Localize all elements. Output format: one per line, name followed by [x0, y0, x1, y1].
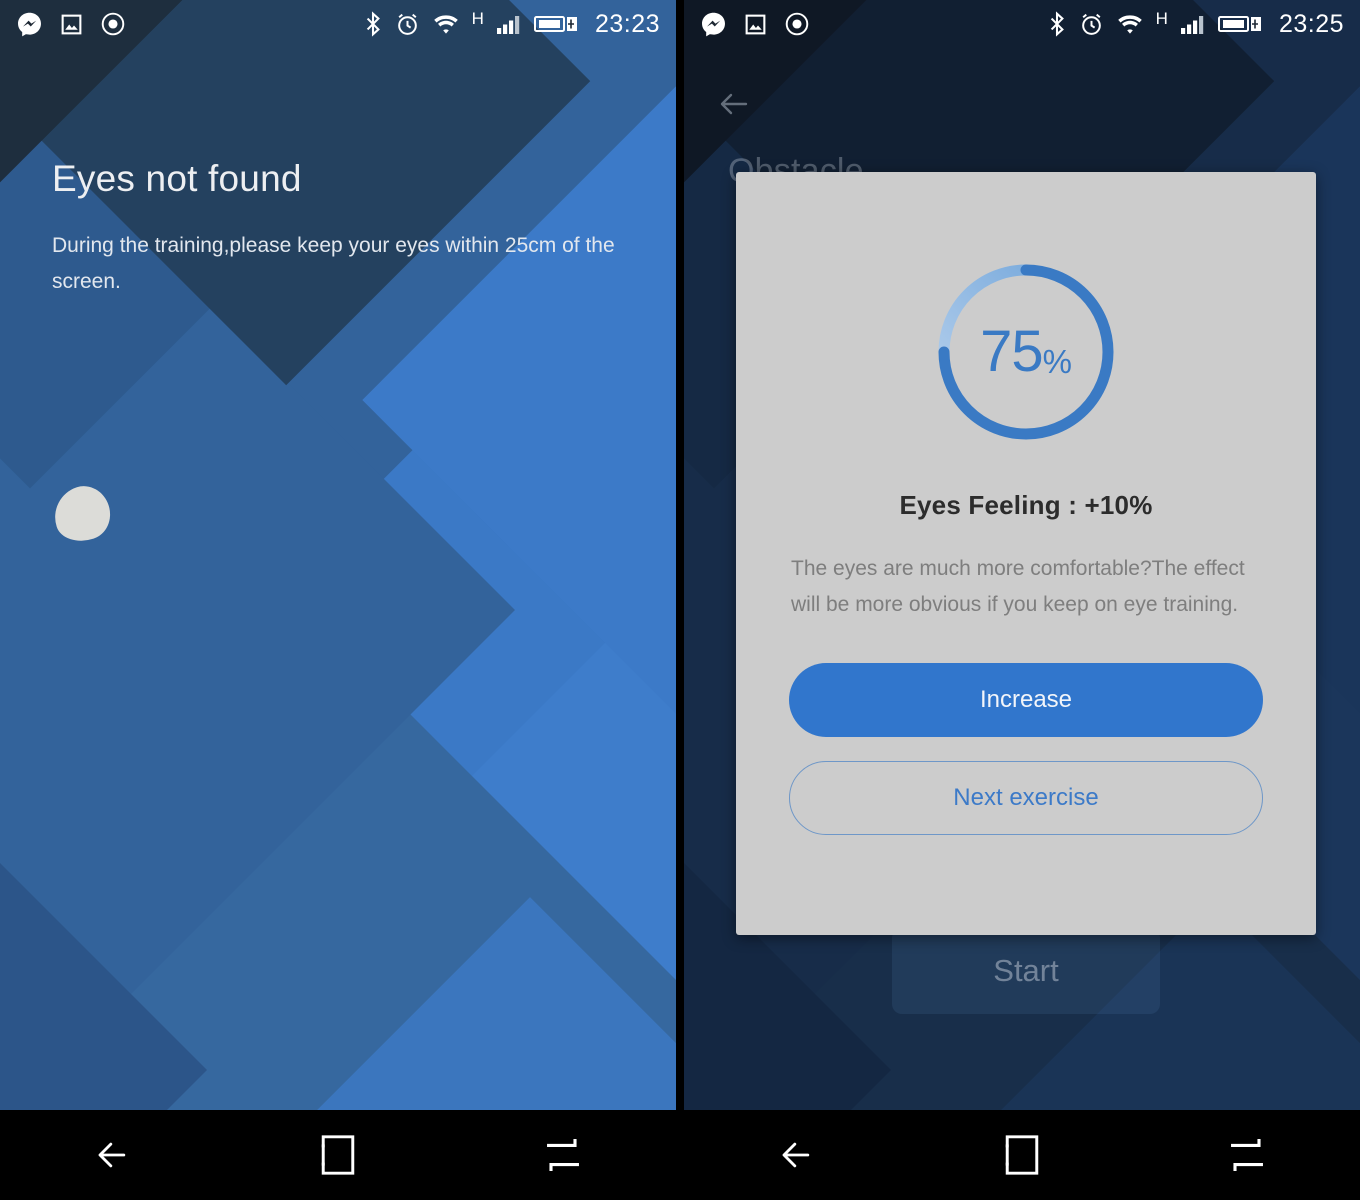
eye-blob-icon — [47, 479, 117, 549]
bluetooth-icon — [1046, 11, 1068, 37]
screenshot-root: H 23:23 Eyes not found During the traini… — [0, 0, 1360, 1200]
android-nav-bar-right — [684, 1110, 1360, 1200]
progress-ring-label: 75 % — [934, 260, 1118, 444]
next-exercise-button[interactable]: Next exercise — [789, 761, 1263, 835]
page-subtitle: During the training,please keep your eye… — [52, 234, 615, 293]
status-bar-left-icons — [16, 11, 126, 38]
messenger-icon — [700, 11, 727, 38]
wifi-icon — [1115, 11, 1145, 37]
progress-ring: 75 % — [934, 260, 1118, 444]
status-bar-left-icons — [700, 11, 810, 38]
bluetooth-icon — [362, 11, 384, 37]
status-bar-right: H 23:25 — [684, 0, 1360, 48]
phone-screen-eyes-not-found: H 23:23 Eyes not found During the traini… — [0, 0, 676, 1200]
wifi-icon — [431, 11, 461, 37]
eyes-feeling-dialog: 75 % Eyes Feeling : +10% The eyes are mu… — [736, 172, 1316, 935]
page-title: Eyes not found — [52, 158, 302, 199]
nav-recents-button[interactable] — [1192, 1120, 1302, 1190]
battery-icon — [533, 12, 578, 36]
signal-icon — [1179, 12, 1207, 36]
battery-icon — [1217, 12, 1262, 36]
alarm-icon — [1079, 12, 1104, 37]
increase-button[interactable]: Increase — [789, 663, 1263, 737]
nav-recents-button[interactable] — [508, 1120, 618, 1190]
messenger-icon — [16, 11, 43, 38]
eyes-feeling-label: Eyes Feeling : +10% — [899, 490, 1153, 520]
phone-screen-eyes-feeling-dialog: H 23:25 Obstacle Start 75 % Eyes Feeling… — [684, 0, 1360, 1200]
progress-value: 75 — [980, 319, 1044, 384]
nav-home-button[interactable] — [967, 1120, 1077, 1190]
nav-back-button[interactable] — [58, 1120, 168, 1190]
android-nav-bar-left — [0, 1110, 676, 1200]
eye-icon — [784, 11, 810, 37]
h-network-icon: H — [471, 8, 484, 28]
dialog-body-text: The eyes are much more comfortable?The e… — [791, 557, 1245, 616]
h-network-icon: H — [1155, 8, 1168, 28]
status-bar-right-icons: H 23:23 — [362, 10, 660, 39]
nav-back-button[interactable] — [742, 1120, 852, 1190]
status-bar-right-icons: H 23:25 — [1046, 10, 1344, 39]
image-icon — [743, 12, 768, 37]
back-arrow-icon[interactable] — [712, 82, 756, 126]
eye-icon — [100, 11, 126, 37]
signal-icon — [495, 12, 523, 36]
alarm-icon — [395, 12, 420, 37]
start-button[interactable]: Start — [892, 928, 1160, 1014]
status-bar-left: H 23:23 — [0, 0, 676, 48]
eyes-not-found-content: Eyes not found During the training,pleas… — [0, 0, 676, 1200]
nav-home-button[interactable] — [283, 1120, 393, 1190]
status-bar-clock: 23:25 — [1278, 9, 1344, 38]
image-icon — [59, 12, 84, 37]
progress-unit: % — [1042, 342, 1072, 380]
status-bar-clock: 23:23 — [594, 9, 660, 38]
